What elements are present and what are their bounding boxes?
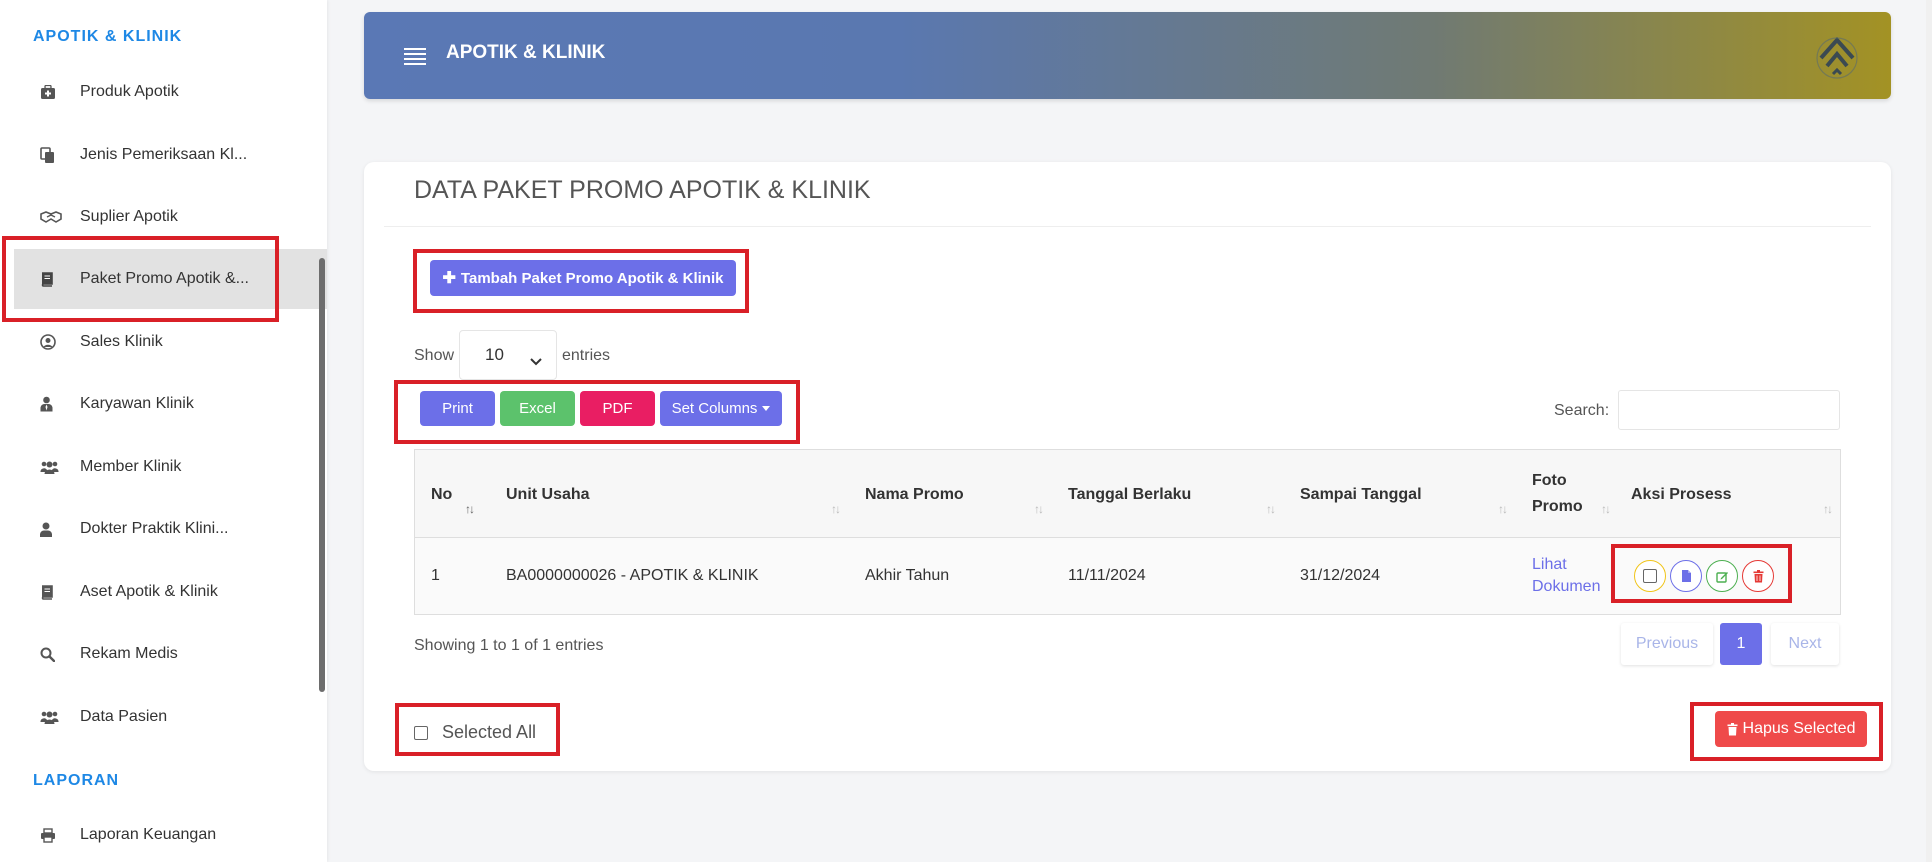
column-header-nama-promo[interactable]: Nama Promo ↑↓ bbox=[849, 450, 1052, 538]
sort-icon: ↑↓ bbox=[1823, 502, 1833, 516]
sidebar-item-label: Sales Klinik bbox=[80, 333, 163, 350]
app-logo-icon bbox=[1813, 32, 1861, 82]
sidebar-section-apotik-klinik: APOTIK & KLINIK bbox=[33, 28, 183, 45]
highlight-box bbox=[394, 380, 800, 444]
sidebar-item-label: Jenis Pemeriksaan Kl... bbox=[80, 146, 248, 163]
column-header-aksi-prosess[interactable]: Aksi Prosess ↑↓ bbox=[1619, 450, 1841, 538]
highlight-box bbox=[395, 703, 560, 756]
sidebar-item-label: Suplier Apotik bbox=[80, 208, 178, 225]
entries-label: entries bbox=[562, 347, 611, 364]
chevron-down-icon bbox=[530, 351, 542, 371]
sort-icon: ↑↓ bbox=[1034, 502, 1044, 516]
users-icon bbox=[40, 460, 74, 474]
highlight-box bbox=[413, 249, 749, 313]
user-tie-icon bbox=[40, 396, 74, 412]
cell-nama-promo: Akhir Tahun bbox=[865, 567, 950, 584]
users-icon bbox=[40, 710, 74, 724]
sidebar-item-dokter-praktik[interactable]: Dokter Praktik Klini... bbox=[14, 499, 327, 559]
page-title: DATA PAKET PROMO APOTIK & KLINIK bbox=[414, 176, 871, 204]
sidebar-item-label: Data Pasien bbox=[80, 708, 168, 725]
search-label: Search: bbox=[1554, 402, 1610, 419]
showing-entries-info: Showing 1 to 1 of 1 entries bbox=[414, 637, 604, 654]
sort-icon: ↑↓ bbox=[1498, 502, 1508, 516]
sort-icon: ↑↓ bbox=[1266, 502, 1276, 516]
column-header-unit-usaha[interactable]: Unit Usaha ↑↓ bbox=[490, 450, 849, 538]
column-header-foto-promo[interactable]: Foto Promo ↑↓ bbox=[1516, 450, 1619, 538]
sort-icon: ↑↓ bbox=[1601, 502, 1611, 516]
table-header: No ↑↓ Unit Usaha ↑↓ Nama Promo ↑↓ Tangga… bbox=[415, 450, 1840, 538]
search-icon bbox=[40, 647, 74, 662]
sidebar-item-label: Produk Apotik bbox=[80, 83, 179, 100]
column-header-tanggal-berlaku[interactable]: Tanggal Berlaku ↑↓ bbox=[1052, 450, 1284, 538]
print-icon bbox=[40, 827, 74, 843]
page-scrollbar[interactable] bbox=[1926, 0, 1932, 862]
column-header-sampai-tanggal[interactable]: Sampai Tanggal ↑↓ bbox=[1284, 450, 1516, 538]
column-header-no[interactable]: No ↑↓ bbox=[415, 450, 490, 538]
top-header: APOTIK & KLINIK bbox=[364, 12, 1891, 99]
entries-select[interactable]: 10 bbox=[459, 330, 557, 380]
sidebar-scrollbar[interactable] bbox=[319, 258, 325, 692]
sidebar-section-laporan: LAPORAN bbox=[33, 772, 120, 789]
card-divider bbox=[384, 226, 1871, 227]
hamburger-menu-icon[interactable] bbox=[404, 48, 426, 68]
copy-icon bbox=[40, 146, 74, 164]
sidebar-item-jenis-pemeriksaan[interactable]: Jenis Pemeriksaan Kl... bbox=[14, 125, 327, 185]
user-circle-icon bbox=[40, 334, 74, 350]
sidebar-item-produk-apotik[interactable]: Produk Apotik bbox=[14, 62, 327, 122]
highlight-box bbox=[2, 236, 279, 322]
pagination-next[interactable]: Next bbox=[1771, 623, 1839, 665]
highlight-box bbox=[1611, 544, 1792, 603]
pagination-page-1[interactable]: 1 bbox=[1720, 623, 1762, 665]
pagination-previous[interactable]: Previous bbox=[1621, 623, 1713, 665]
sort-icon: ↑↓ bbox=[465, 502, 475, 516]
sidebar-item-data-pasien[interactable]: Data Pasien bbox=[14, 687, 327, 747]
book-icon bbox=[40, 584, 74, 600]
sidebar-item-label: Laporan Keuangan bbox=[80, 826, 217, 843]
sort-icon: ↑↓ bbox=[831, 502, 841, 516]
sidebar-item-laporan-keuangan[interactable]: Laporan Keuangan bbox=[14, 805, 327, 862]
cell-tanggal-berlaku: 11/11/2024 bbox=[1068, 567, 1146, 584]
sidebar-item-label: Karyawan Klinik bbox=[80, 395, 194, 412]
sidebar: APOTIK & KLINIK Produk Apotik Jenis Peme… bbox=[0, 0, 327, 862]
highlight-box bbox=[1690, 702, 1883, 761]
header-title: APOTIK & KLINIK bbox=[446, 42, 606, 63]
show-label: Show bbox=[414, 347, 455, 364]
medkit-icon bbox=[40, 84, 74, 100]
sidebar-item-label: Rekam Medis bbox=[80, 645, 178, 662]
sidebar-item-rekam-medis[interactable]: Rekam Medis bbox=[14, 624, 327, 684]
cell-sampai-tanggal: 31/12/2024 bbox=[1300, 567, 1381, 584]
sidebar-item-member-klinik[interactable]: Member Klinik bbox=[14, 437, 327, 497]
lihat-dokumen-link[interactable]: Lihat Dokumen bbox=[1532, 554, 1600, 598]
sidebar-item-aset-apotik[interactable]: Aset Apotik & Klinik bbox=[14, 562, 327, 622]
handshake-icon bbox=[40, 210, 74, 224]
sidebar-item-label: Dokter Praktik Klini... bbox=[80, 520, 229, 537]
sidebar-item-label: Aset Apotik & Klinik bbox=[80, 583, 218, 600]
sidebar-item-label: Member Klinik bbox=[80, 458, 182, 475]
sidebar-item-karyawan-klinik[interactable]: Karyawan Klinik bbox=[14, 374, 327, 434]
cell-foto-promo: Lihat Dokumen bbox=[1532, 538, 1600, 614]
user-icon bbox=[40, 522, 74, 537]
cell-no: 1 bbox=[431, 567, 440, 584]
cell-unit-usaha: BA0000000026 - APOTIK & KLINIK bbox=[506, 567, 759, 584]
search-input[interactable] bbox=[1618, 390, 1840, 430]
